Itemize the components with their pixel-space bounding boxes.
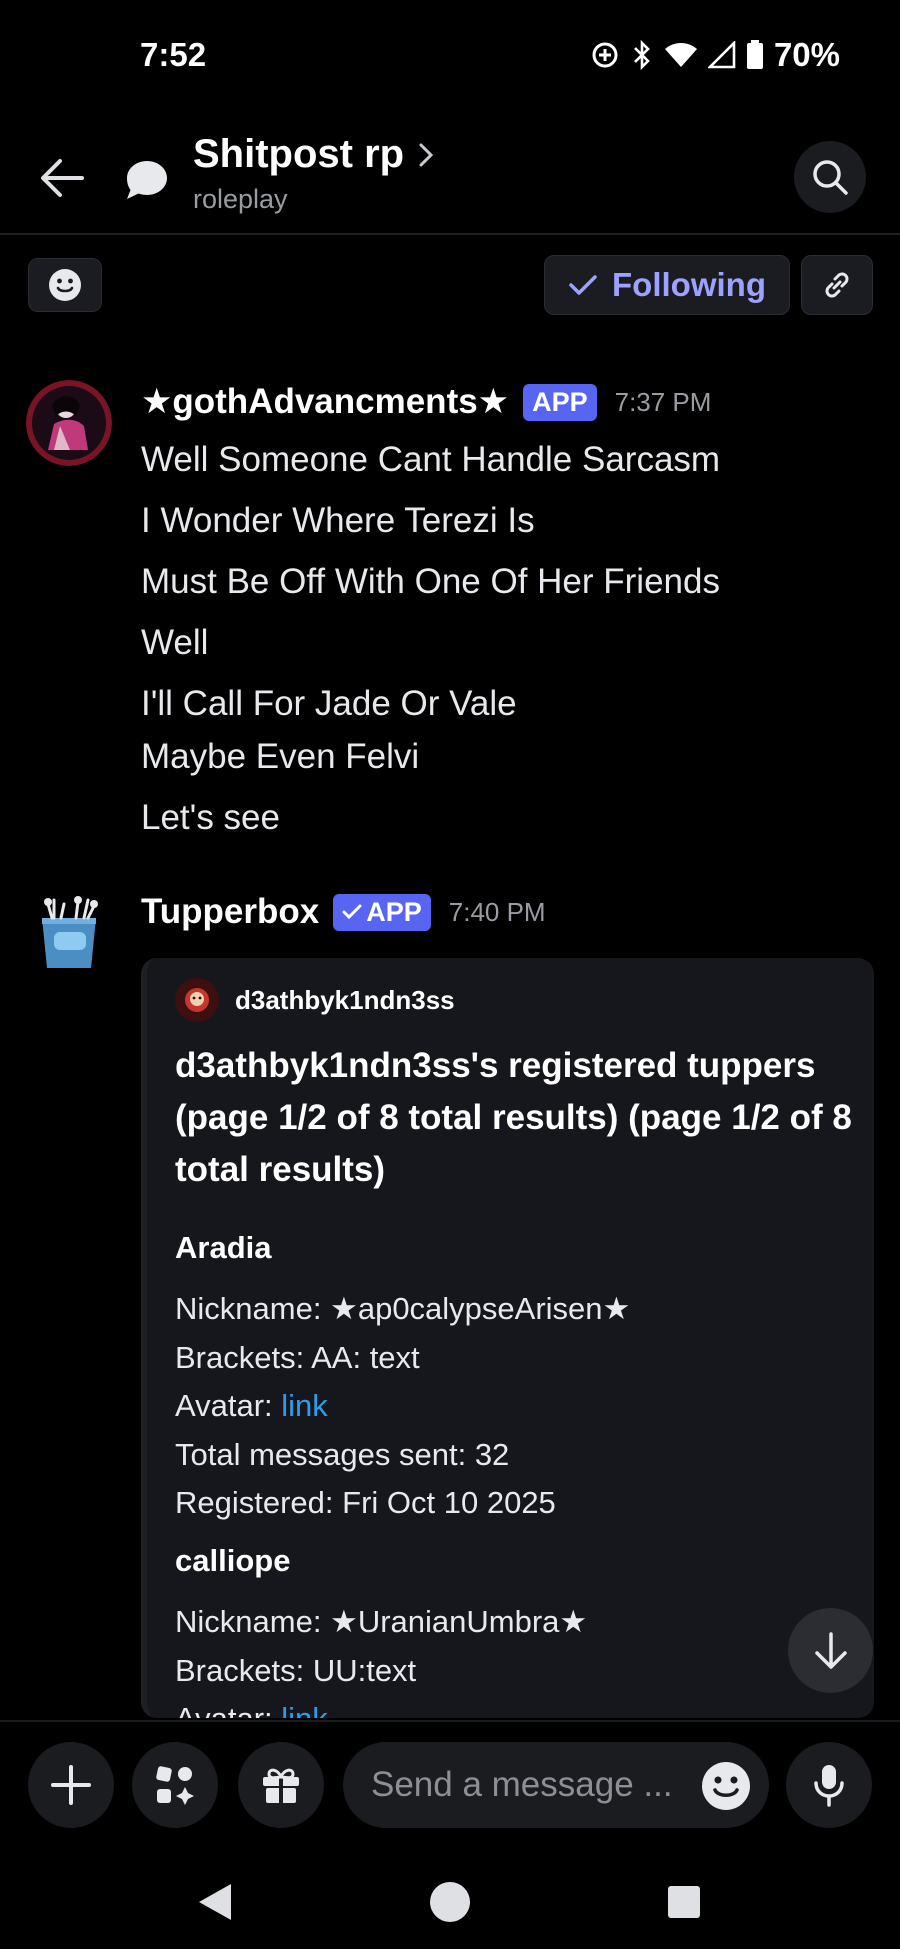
embed-card: d3athbyk1ndn3ss d3athbyk1ndn3ss's regist… [141, 958, 874, 1718]
thread-bubble-icon [122, 155, 172, 205]
following-button[interactable]: Following [544, 255, 790, 315]
tupper-brackets: Brackets: AA: text [175, 1339, 420, 1375]
timestamp: 7:37 PM [614, 386, 712, 417]
message-line: I'll Call For Jade Or Vale [141, 684, 517, 723]
arrow-left-icon [41, 159, 84, 197]
avatar[interactable] [26, 380, 112, 466]
voice-message-button[interactable] [786, 1742, 872, 1828]
embed-author-name: d3athbyk1ndn3ss [235, 984, 455, 1015]
search-icon [813, 160, 848, 195]
tupper-avatar-row: Avatar: link [175, 1382, 630, 1431]
signal-icon [707, 41, 736, 69]
apps-button[interactable] [132, 1742, 218, 1828]
apps-sparkle-icon [156, 1766, 194, 1805]
verified-app-badge: APP [333, 893, 431, 931]
tupper-nickname: Nickname: ★ap0calypseArisen★ [175, 1291, 631, 1326]
tupper-brackets: Brackets: UU:text [175, 1652, 417, 1688]
message-header: Tupperbox APP 7:40 PM [141, 892, 546, 932]
author-name[interactable]: ★gothAdvancments★ [141, 382, 509, 422]
battery-icon [746, 40, 764, 70]
avatar-prefix: Avatar: [175, 1388, 282, 1423]
gift-icon [263, 1768, 299, 1803]
emoji-picker-button[interactable] [701, 1761, 751, 1811]
verified-check-icon [342, 904, 362, 920]
message-line: Let's see [141, 798, 280, 837]
back-button[interactable] [34, 150, 90, 206]
author-name[interactable]: Tupperbox [141, 892, 319, 932]
message-line: Well [141, 623, 209, 662]
message-line: Maybe Even Felvi [141, 737, 420, 776]
copy-link-button[interactable] [801, 255, 873, 315]
emoji-icon [49, 269, 81, 301]
tupper-name: Aradia [175, 1230, 272, 1265]
avatar-link[interactable]: link [281, 1701, 328, 1718]
message-header: ★gothAdvancments★ APP 7:37 PM [141, 382, 711, 422]
status-icons: 70% [590, 36, 840, 74]
embed-title: d3athbyk1ndn3ss's registered tuppers (pa… [175, 1046, 852, 1189]
channel-subtitle: roleplay [193, 184, 288, 214]
message-content: Well Someone Cant Handle Sarcasm I Wonde… [141, 436, 720, 855]
message-composer: Send a message ... [0, 1720, 900, 1850]
plus-icon [51, 1765, 91, 1805]
message-line: Well Someone Cant Handle Sarcasm [141, 440, 721, 479]
triangle-back-icon [199, 1884, 231, 1920]
thread-toolbar: Following [0, 255, 900, 315]
channel-name: Shitpost rp [193, 132, 405, 176]
jump-to-bottom-button[interactable] [788, 1608, 873, 1693]
status-time: 7:52 [140, 36, 207, 73]
square-recents-icon [668, 1886, 700, 1918]
circle-home-icon [430, 1882, 470, 1922]
tupper-total-messages: Total messages sent: 32 [175, 1436, 510, 1472]
following-label: Following [612, 266, 766, 303]
avatar-prefix: Avatar: [175, 1701, 281, 1718]
message-input-placeholder: Send a message ... [371, 1765, 673, 1804]
attach-button[interactable] [28, 1742, 114, 1828]
tupper-avatar-row: Avatar: link [175, 1695, 587, 1718]
bluetooth-icon [630, 39, 654, 71]
channel-header: Shitpost rp roleplay [0, 110, 900, 235]
embed-author[interactable]: d3athbyk1ndn3ss [175, 978, 455, 1022]
emoji-icon [702, 1762, 750, 1810]
message-input[interactable]: Send a message ... [343, 1742, 769, 1828]
app-badge-label: APP [366, 896, 422, 927]
wifi-icon [664, 41, 698, 69]
status-bar: 7:52 70% [0, 0, 900, 110]
system-navigation-bar [0, 1850, 900, 1949]
chevron-right-icon [419, 143, 434, 166]
nav-back-button[interactable] [185, 1872, 245, 1932]
tupper-nickname: Nickname: ★UranianUmbra★ [175, 1604, 588, 1639]
check-icon [569, 275, 597, 295]
reaction-button[interactable] [28, 258, 102, 312]
message-line: I Wonder Where Terezi Is [141, 501, 535, 540]
gift-button[interactable] [238, 1742, 324, 1828]
data-saver-icon [590, 40, 620, 70]
tupper-registered: Registered: Fri Oct 10 2025 [175, 1485, 556, 1520]
link-icon [825, 272, 849, 298]
message-line: Must Be Off With One Of Her Friends [141, 562, 720, 601]
app-badge: APP [523, 383, 597, 421]
nav-home-button[interactable] [420, 1872, 480, 1932]
search-button[interactable] [794, 141, 866, 213]
battery-percent: 70% [773, 36, 840, 73]
microphone-icon [814, 1765, 844, 1807]
avatar-link[interactable]: link [281, 1388, 328, 1423]
tupper-details: Nickname: ★UranianUmbra★ Brackets: UU:te… [175, 1598, 587, 1718]
timestamp: 7:40 PM [448, 896, 546, 927]
nav-recents-button[interactable] [654, 1872, 714, 1932]
embed-author-avatar [175, 978, 219, 1022]
channel-title[interactable]: Shitpost rp [193, 132, 434, 177]
avatar[interactable] [30, 890, 112, 976]
arrow-down-icon [814, 1631, 847, 1669]
tupper-name: calliope [175, 1543, 291, 1578]
tupper-details: Nickname: ★ap0calypseArisen★ Brackets: A… [175, 1285, 630, 1528]
